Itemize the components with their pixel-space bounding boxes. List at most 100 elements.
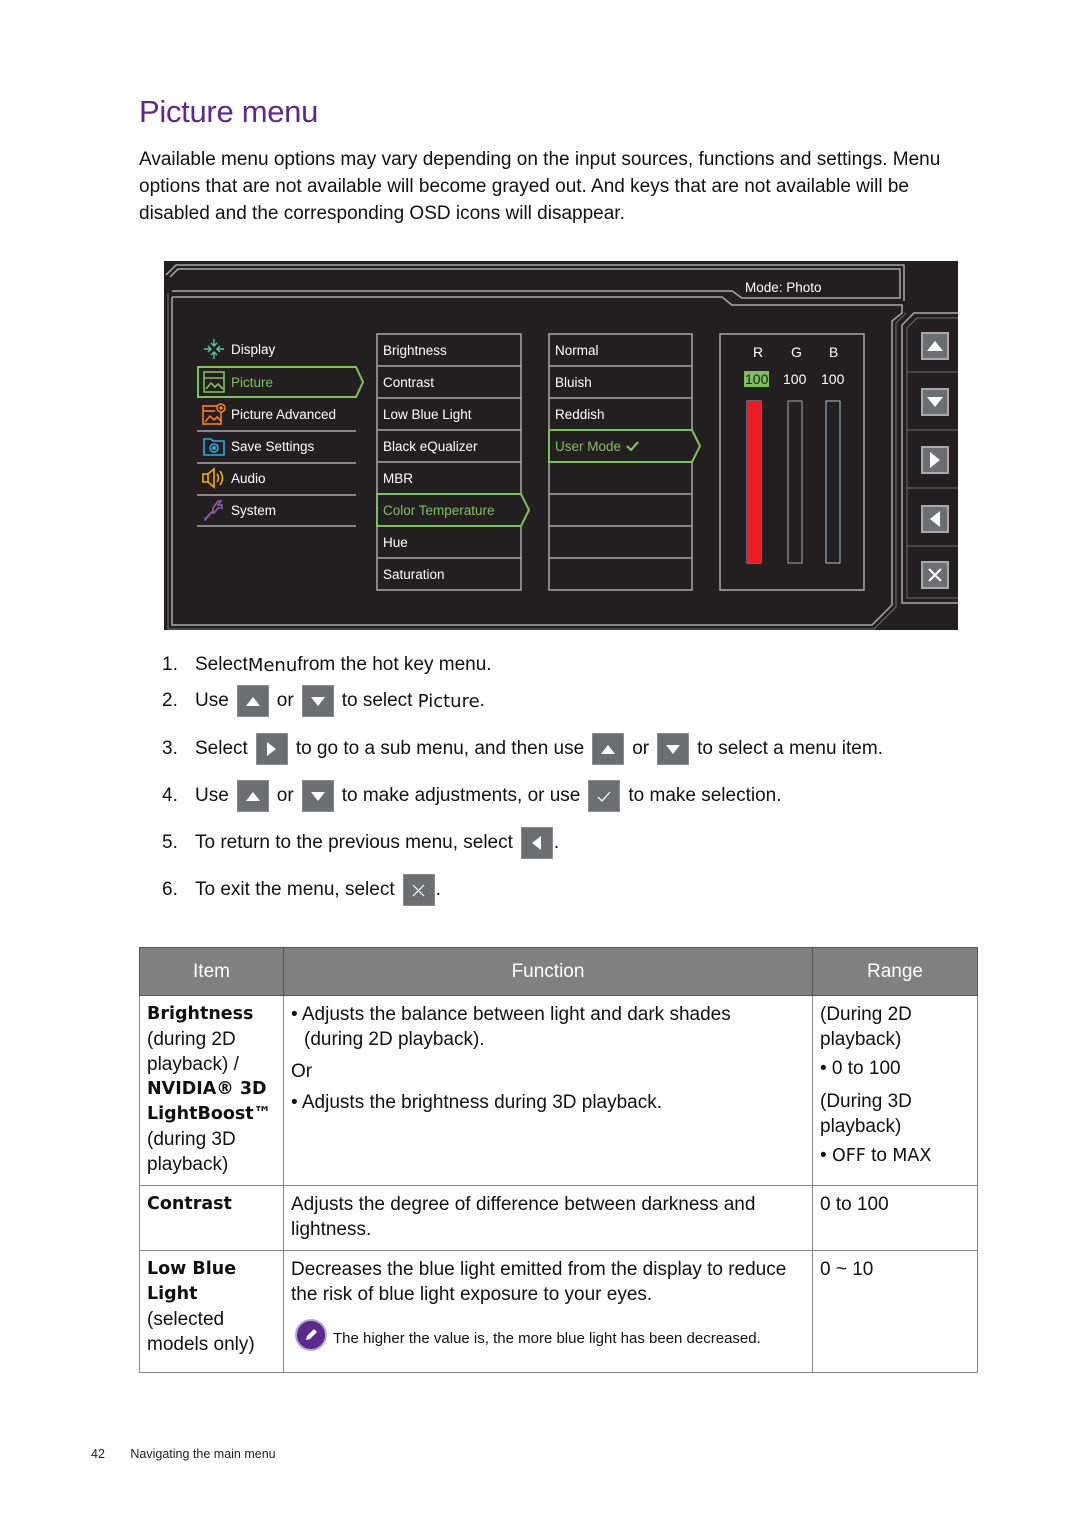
- function-cell: Adjusts the degree of difference between…: [283, 1185, 813, 1251]
- osd-option-item[interactable]: Bluish: [549, 366, 693, 398]
- osd-nav-label: Display: [231, 341, 276, 357]
- osd-nav-audio[interactable]: Audio: [198, 463, 358, 493]
- range-sep: to: [865, 1145, 893, 1166]
- osd-nav-system[interactable]: System: [198, 495, 358, 525]
- range-max: MAX: [892, 1146, 932, 1166]
- range-text: (During 2D playback): [820, 1004, 912, 1050]
- step-6: 6. To exit the menu, select .: [162, 873, 441, 907]
- osd-submenu-item[interactable]: Hue: [377, 526, 521, 558]
- step-text: Use: [195, 785, 229, 806]
- step-text: Use: [195, 690, 229, 711]
- down-key-icon: [657, 733, 690, 765]
- osd-nav-picture[interactable]: Picture: [198, 367, 358, 397]
- step-text: To exit the menu, select: [195, 879, 395, 900]
- step-number: 4.: [162, 785, 178, 806]
- system-icon: [202, 498, 226, 522]
- intro-paragraph: Available menu options may vary dependin…: [139, 149, 941, 224]
- osd-submenu-item[interactable]: Brightness: [377, 334, 521, 366]
- section-name: Navigating the main menu: [130, 1447, 276, 1461]
- item-name: Contrast: [147, 1194, 232, 1214]
- osd-submenu-item-active[interactable]: Color Temperature: [377, 494, 521, 526]
- function-text: • Adjusts the balance between light and …: [291, 1004, 731, 1025]
- rgb-label-g: G: [791, 344, 802, 360]
- osd-submenu-item[interactable]: MBR: [377, 462, 521, 494]
- step-text: to go to a sub menu, and then use: [295, 738, 585, 759]
- function-cell: • Adjusts the balance between light and …: [283, 995, 813, 1186]
- header-item: Item: [139, 947, 284, 996]
- osd-option-label: User Mode: [555, 438, 622, 454]
- range-cell: 0 ~ 10: [812, 1250, 978, 1373]
- range-value: • OFF to MAX: [820, 1143, 970, 1169]
- step-number: 3.: [162, 738, 178, 759]
- picture-advanced-icon: [202, 402, 226, 426]
- osd-nav-save-settings[interactable]: Save Settings: [198, 431, 358, 461]
- osd-option-item-active[interactable]: User Mode: [549, 430, 693, 462]
- rgb-bar-r-fill[interactable]: [747, 401, 761, 563]
- step-text: to make selection.: [628, 785, 782, 806]
- down-key-icon: [301, 685, 334, 717]
- item-name: Brightness: [147, 1004, 254, 1024]
- rgb-value-b[interactable]: 100: [821, 371, 844, 387]
- header-function: Function: [283, 947, 813, 996]
- range-value: • 0 to 100: [820, 1058, 901, 1079]
- osd-down-key[interactable]: [921, 388, 949, 416]
- up-key-icon: [592, 733, 625, 765]
- right-key-icon: [255, 733, 288, 765]
- step-text: or: [276, 785, 294, 806]
- osd-left-key[interactable]: [921, 505, 949, 533]
- osd-nav-label: System: [231, 502, 277, 518]
- osd-option-item[interactable]: Reddish: [549, 398, 693, 430]
- step-text: from the hot key menu.: [297, 654, 492, 675]
- rgb-bar-g-track[interactable]: [787, 400, 803, 564]
- up-key-icon: [236, 685, 269, 717]
- osd-option-item[interactable]: Normal: [549, 334, 693, 366]
- note: The higher the value is, the more blue l…: [291, 1319, 805, 1351]
- step-4: 4. Use or to make adjustments, or use to…: [162, 779, 782, 813]
- item-cell: Contrast: [139, 1185, 284, 1251]
- step-text: Select: [195, 738, 248, 759]
- osd-up-key[interactable]: [921, 332, 949, 360]
- step-1: 1. Select Menu from the hot key menu.: [162, 648, 492, 682]
- step-text: Select: [195, 654, 248, 675]
- step-2: 2. Use or to select Picture.: [162, 684, 485, 718]
- page-footer: 42 Navigating the main menu: [91, 1447, 276, 1461]
- rgb-value-r[interactable]: 100: [744, 371, 770, 387]
- table-row: Contrast Adjusts the degree of differenc…: [139, 1185, 978, 1251]
- range-cell: (During 2D playback) • 0 to 100 (During …: [812, 995, 978, 1186]
- step-text: To return to the previous menu, select: [195, 832, 513, 853]
- step-text: .: [553, 832, 560, 853]
- checkmark-key-icon: [588, 780, 621, 812]
- osd-exit-key[interactable]: [921, 561, 949, 589]
- step-text: or: [276, 690, 294, 711]
- step-3: 3. Select to go to a sub menu, and then …: [162, 732, 883, 766]
- table-row: Brightness (during 2D playback) / NVIDIA…: [139, 995, 978, 1186]
- step-text: .: [479, 690, 485, 711]
- table-row: Low Blue Light (selected models only) De…: [139, 1250, 978, 1373]
- rgb-bars: [746, 400, 841, 564]
- step-keyword: Picture: [417, 690, 480, 712]
- range-text: (During 3D playback): [820, 1091, 912, 1137]
- osd-submenu-item[interactable]: Low Blue Light: [377, 398, 521, 430]
- function-text: • Adjusts the brightness during 3D playb…: [291, 1092, 663, 1113]
- osd-submenu-item[interactable]: Saturation: [377, 558, 521, 590]
- step-text: to select a menu item.: [697, 738, 883, 759]
- osd-submenu-item[interactable]: Black eQualizer: [377, 430, 521, 462]
- step-number: 1.: [162, 654, 178, 675]
- osd-nav-label: Picture: [231, 374, 274, 390]
- up-key-icon: [236, 780, 269, 812]
- osd-submenu-item[interactable]: Contrast: [377, 366, 521, 398]
- range-cell: 0 to 100: [812, 1185, 978, 1251]
- function-cell: Decreases the blue light emitted from th…: [283, 1250, 813, 1373]
- rgb-label-r: R: [753, 344, 764, 360]
- rgb-value-g[interactable]: 100: [783, 371, 806, 387]
- osd-right-key[interactable]: [921, 446, 949, 474]
- function-text: (during 2D playback).: [304, 1029, 485, 1050]
- osd-nav-display[interactable]: Display: [198, 334, 358, 364]
- rgb-bar-b-track[interactable]: [825, 400, 841, 564]
- step-keyword: Menu: [247, 654, 298, 676]
- page-title: Picture menu: [139, 94, 319, 129]
- step-text: to make adjustments, or use: [341, 785, 581, 806]
- step-number: 2.: [162, 690, 178, 711]
- osd-nav-picture-advanced[interactable]: Picture Advanced: [198, 399, 358, 429]
- table-header-row: Item Function Range: [139, 947, 978, 996]
